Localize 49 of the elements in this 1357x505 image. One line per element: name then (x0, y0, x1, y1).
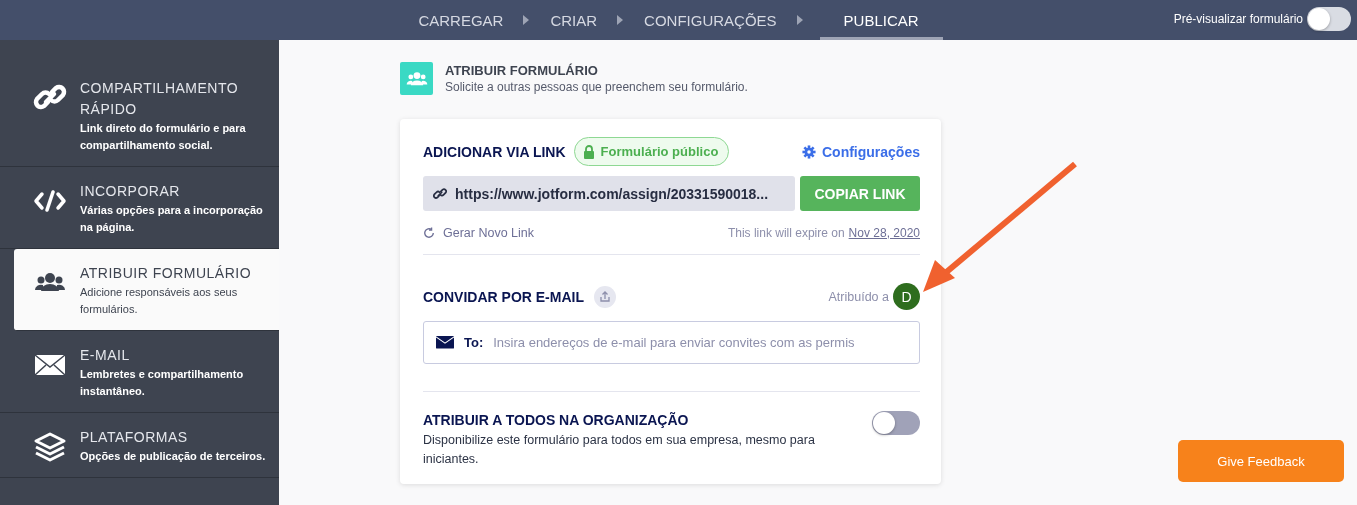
envelope-icon (436, 336, 454, 349)
refresh-icon (423, 227, 435, 239)
email-field[interactable]: To: Insira endereços de e-mail para enviar convites com as permis (423, 321, 920, 364)
sidebar-item[interactable]: ATRIBUIR FORMULÁRIO Adicione responsáveis aos seus formulários. (14, 249, 279, 331)
organization-toggle[interactable] (872, 411, 920, 435)
expiry-date-link[interactable]: Nov 28, 2020 (848, 226, 920, 240)
step-tab[interactable]: CRIAR (546, 0, 602, 40)
lock-icon (582, 144, 595, 159)
sidebar-item[interactable]: E-MAIL Lembretes e compartilhamento instantâneo. (0, 331, 279, 413)
section-title: ATRIBUIR A TODOS NA ORGANIZAÇÃO (423, 412, 690, 428)
sidebar-item[interactable]: PLATAFORMAS Opções de publicação de terceiros. (0, 413, 279, 478)
sidebar-item-title: ATRIBUIR FORMULÁRIO (80, 264, 253, 283)
avatar: D (893, 283, 920, 310)
chevron-icon (617, 15, 625, 25)
section-title: ADICIONAR VIA LINK (423, 143, 566, 160)
url-field[interactable]: https://www.jotform.com/assign/20331590018... (423, 176, 795, 211)
sidebar-item-description: Várias opções para a incorporação na página. (80, 203, 264, 235)
sidebar-item-description: Link direto do formulário e para compartilhamento social. (80, 121, 247, 153)
sidebar-item-title: E-MAIL (80, 346, 131, 365)
chevron-icon (796, 15, 804, 25)
step-tab[interactable]: CONFIGURAÇÕES (640, 0, 781, 40)
preview-label: Pré-visualizar formulário (1173, 12, 1303, 26)
section-description: Disponibilize este formulário para todos em sua empresa, mesmo para iniciantes. (423, 432, 816, 468)
sidebar-item-description: Lembretes e compartilhamento instantâneo. (80, 367, 245, 399)
chevron-icon (523, 15, 531, 25)
page-subtitle: Solicite a outras pessoas que preenchem seu formulário. (445, 80, 748, 94)
sidebar-item-title: PLATAFORMAS (80, 428, 189, 447)
sidebar-item-description: Adicione responsáveis aos seus formulários. (80, 285, 239, 317)
sidebar-item-description: Opções de publicação de terceiros. (80, 449, 266, 464)
link-icon (433, 186, 447, 201)
public-badge: Formulário público (573, 137, 730, 166)
layers-icon (32, 431, 68, 463)
people-icon (400, 62, 433, 95)
share-icon (594, 285, 616, 308)
sidebar-item-title: INCORPORAR (80, 182, 181, 201)
settings-icon (802, 144, 816, 159)
regenerate-link[interactable]: Gerar Novo Link (423, 226, 534, 240)
expiry-text: This link will expire on (727, 226, 845, 240)
page-title: ATRIBUIR FORMULÁRIO (445, 63, 599, 78)
settings-link[interactable]: Configurações (802, 143, 920, 160)
email-input[interactable]: Insira endereços de e-mail para enviar convites com as permis (493, 335, 909, 350)
to-label: To: (464, 335, 484, 350)
preview-toggle[interactable] (1307, 7, 1351, 31)
section-title: CONVIDAR POR E-MAIL (423, 288, 584, 305)
step-tab[interactable]: CARREGAR (414, 0, 508, 40)
sidebar-item[interactable]: COMPARTILHAMENTO RÁPIDO Link direto do formulário e para compartilhamento social. (0, 40, 279, 167)
sidebar-item-title: COMPARTILHAMENTO RÁPIDO (80, 79, 240, 119)
assigned-label: Atribuído a (828, 289, 889, 304)
step-tab[interactable]: PUBLICAR (819, 0, 943, 40)
